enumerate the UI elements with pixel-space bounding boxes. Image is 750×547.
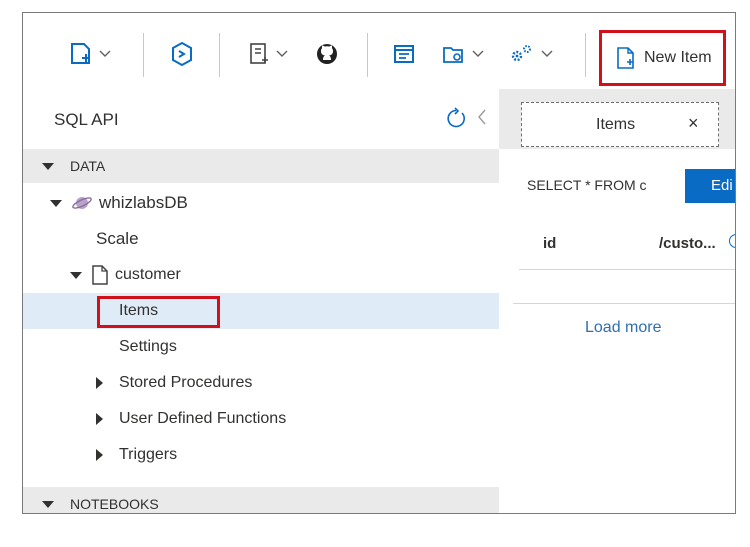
items-tab-pane: Items × SELECT * FROM c Edi id /custo...… [499,89,735,513]
tab-label: Items [596,116,636,133]
chevron-down-icon [472,50,484,57]
new-notebook-button[interactable] [248,39,288,69]
collection-name: customer [115,266,181,283]
gears-icon [511,45,531,62]
new-document-icon [617,47,634,69]
command-bar: New Item [23,13,735,89]
section-data[interactable]: DATA [23,149,499,183]
tree-item-items[interactable]: Items [23,293,499,329]
column-header-partition-key[interactable]: /custo... [659,235,716,252]
github-button[interactable] [315,39,339,69]
stored-procedures-label: Stored Procedures [119,374,253,391]
toolbar-divider [143,33,144,77]
database-planet-icon [72,197,92,209]
resource-tree: SQL API DATA whizlabsDB Scale customer I… [23,89,499,513]
tree-item-stored-procedures[interactable]: Stored Procedures [23,365,499,401]
column-header-id[interactable]: id [543,235,556,252]
tab-items[interactable]: Items × [521,102,719,147]
caret-down-icon [42,500,54,508]
collection-icon [92,265,108,285]
section-label: DATA [70,158,106,174]
tree-item-udfs[interactable]: User Defined Functions [23,401,499,437]
database-name: whizlabsDB [99,193,188,212]
notebook-icon [250,43,268,64]
edit-filter-button[interactable]: Edi [685,169,735,203]
toolbar-divider [367,33,368,77]
tree-item-database[interactable]: whizlabsDB [23,185,499,221]
refresh-icon[interactable] [445,107,467,129]
caret-right-icon [96,377,103,389]
api-title: SQL API [54,110,119,129]
chevron-down-icon [276,50,288,57]
caret-down-icon [50,199,62,207]
chevron-down-icon [99,50,111,57]
folder-open-icon [443,47,463,63]
tree-item-triggers[interactable]: Triggers [23,437,499,473]
cosmos-shell-button[interactable] [170,39,194,69]
new-container-icon [71,43,90,64]
caret-right-icon [96,449,103,461]
chevron-left-icon[interactable] [477,109,487,125]
tree-item-scale[interactable]: Scale [23,221,499,257]
items-highlight-box [97,296,220,328]
chevron-down-icon [541,50,553,57]
app-window: New Item SQL API DATA whizlabsDB Scale c… [22,12,736,514]
caret-down-icon [70,271,82,279]
new-container-button[interactable] [69,39,111,69]
info-icon[interactable] [729,234,735,248]
scale-label: Scale [96,229,139,248]
query-window-icon [394,45,414,63]
triggers-label: Triggers [119,446,178,463]
section-notebooks[interactable]: NOTEBOOKS [23,487,499,513]
new-item-label: New Item [644,49,712,66]
grid-divider [513,303,735,304]
new-item-button[interactable]: New Item [599,30,726,86]
open-file-button[interactable] [442,39,484,69]
close-icon[interactable]: × [688,113,699,134]
resource-tree-header: SQL API [23,89,499,149]
settings-button[interactable] [509,39,553,69]
settings-label: Settings [119,338,177,355]
caret-down-icon [42,162,54,170]
tree-item-settings[interactable]: Settings [23,329,499,365]
tree-item-collection[interactable]: customer [23,257,499,293]
open-query-button[interactable] [393,39,417,69]
section-label: NOTEBOOKS [70,496,159,512]
udfs-label: User Defined Functions [119,410,287,427]
load-more-link[interactable]: Load more [585,319,662,337]
github-icon [317,44,337,64]
caret-right-icon [96,413,103,425]
toolbar-divider [219,33,220,77]
toolbar-divider [585,33,586,77]
grid-divider [519,269,735,270]
hexagon-icon [172,41,192,67]
query-text[interactable]: SELECT * FROM c [527,177,647,193]
